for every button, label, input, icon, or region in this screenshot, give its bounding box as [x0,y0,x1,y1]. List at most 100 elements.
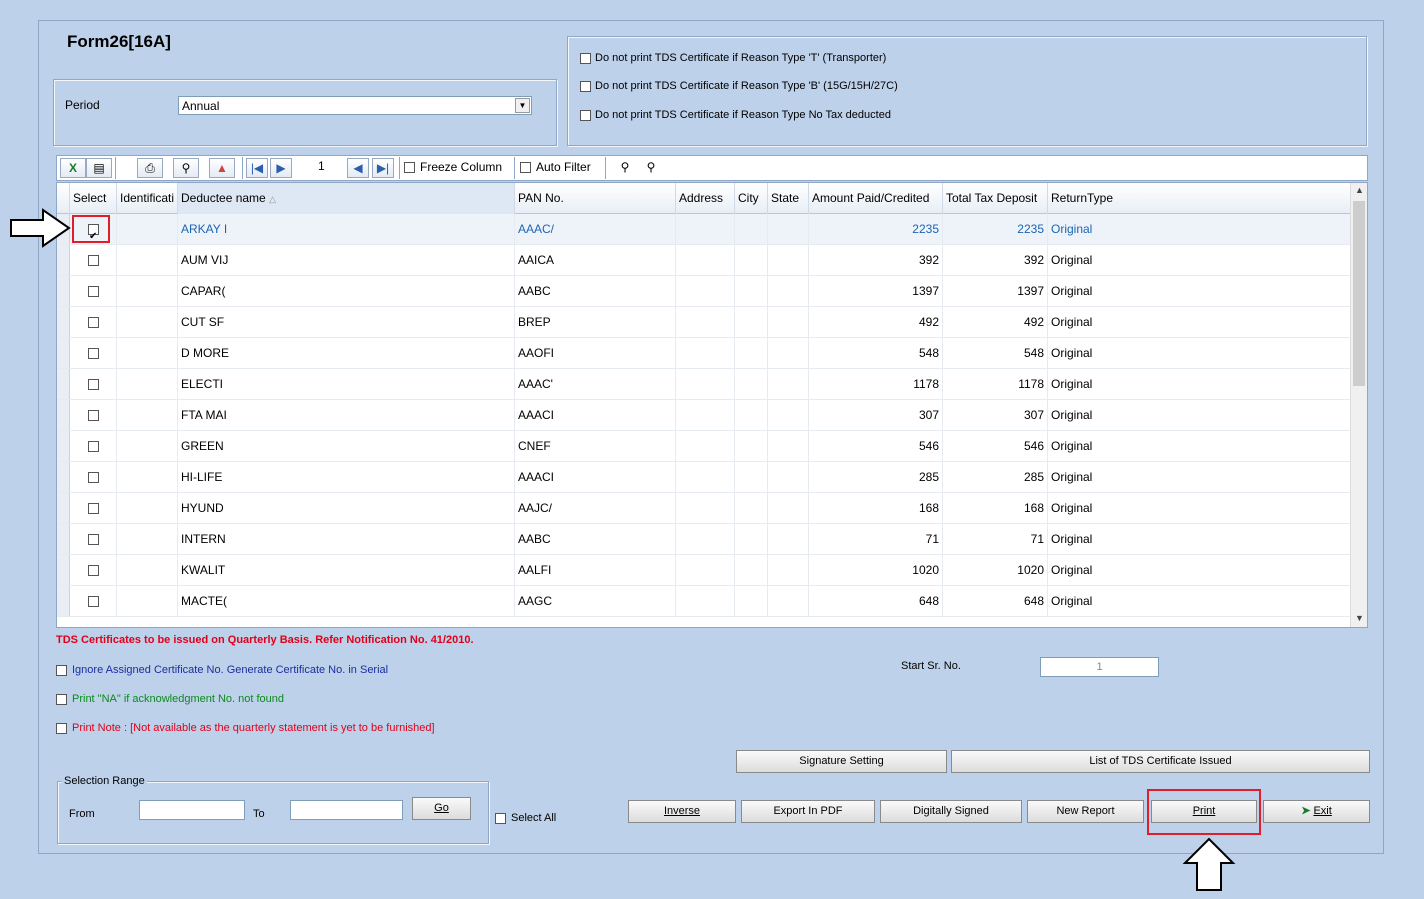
col-header-state[interactable]: State [768,183,809,214]
row-header[interactable] [57,400,70,430]
row-header[interactable] [57,462,70,492]
deductee-name-cell: D MORE [178,338,515,368]
select-all-checkbox[interactable] [495,812,506,824]
auto-filter-toggle[interactable]: Auto Filter [520,160,591,174]
table-row[interactable]: CUT SF BREP 492 492 Original [57,307,1351,338]
from-input[interactable] [139,800,245,820]
table-row[interactable]: FTA MAI AAACI 307 307 Original [57,400,1351,431]
row-select-checkbox[interactable] [88,255,99,266]
table-row[interactable]: HI-LIFE AAACI 285 285 Original [57,462,1351,493]
return-type-cell: Original [1048,462,1351,492]
printer-icon[interactable]: ⎙ [137,158,163,178]
row-select-checkbox[interactable] [88,534,99,545]
ignore-assigned-option[interactable]: Ignore Assigned Certificate No. Generate… [56,664,388,676]
row-select-checkbox[interactable] [88,596,99,607]
list-tds-issued-button[interactable]: List of TDS Certificate Issued [951,750,1370,773]
col-header-select[interactable]: Select [70,183,117,214]
period-select[interactable]: Annual ▼ [178,96,532,115]
last-page-icon[interactable]: ▶| [372,158,394,178]
row-select-checkbox[interactable] [88,410,99,421]
row-select-checkbox[interactable] [88,348,99,359]
row-header[interactable] [57,586,70,616]
row-select-checkbox[interactable] [88,286,99,297]
vertical-scrollbar[interactable]: ▲ ▼ [1350,183,1367,627]
city-cell [735,245,768,275]
col-header-pan[interactable]: PAN No. [515,183,676,214]
first-page-icon[interactable]: |◀ [246,158,268,178]
table-row[interactable]: ARKAY IAAAC/22352235Original [57,214,1351,245]
chevron-down-icon[interactable]: ▼ [515,98,530,113]
col-header-city[interactable]: City [735,183,768,214]
print-na-checkbox[interactable] [56,693,67,705]
search-icon[interactable]: ⚲ [173,158,199,178]
row-select-checkbox[interactable] [88,317,99,328]
next-page-icon[interactable]: ▶ [270,158,292,178]
table-row[interactable]: CAPAR(AABC 1397 1397 Original [57,276,1351,307]
zoom-in-icon[interactable]: ⚲ [614,158,636,178]
row-select-checkbox[interactable] [88,379,99,390]
option-no-tax[interactable]: Do not print TDS Certificate if Reason T… [580,109,891,121]
exit-button[interactable]: ➤ Exit [1263,800,1370,823]
table-row[interactable]: INTERN AABC 71 71 Original [57,524,1351,555]
row-select-checkbox[interactable] [88,565,99,576]
col-header-deductee-name[interactable]: Deductee name △ [178,183,515,214]
print-note-option[interactable]: Print Note : [Not available as the quart… [56,722,435,734]
table-row[interactable]: MACTE(AAGC 648 648 Original [57,586,1351,617]
option-no-tax-checkbox[interactable] [580,109,591,121]
print-note-checkbox[interactable] [56,722,67,734]
option-15g15h-checkbox[interactable] [580,80,591,92]
scroll-down-icon[interactable]: ▼ [1351,613,1367,623]
ignore-assigned-checkbox[interactable] [56,664,67,676]
go-button[interactable]: Go [412,797,471,820]
col-header-return-type[interactable]: ReturnType [1048,183,1351,214]
row-header[interactable] [57,307,70,337]
col-header-amount[interactable]: Amount Paid/Credited [809,183,943,214]
hierarchy-icon[interactable]: ▲ [209,158,235,178]
new-report-button[interactable]: New Report [1027,800,1144,823]
option-transporter-checkbox[interactable] [580,52,591,64]
zoom-out-icon[interactable]: ⚲ [640,158,662,178]
col-header-tax[interactable]: Total Tax Deposit [943,183,1048,214]
digitally-signed-button[interactable]: Digitally Signed [880,800,1022,823]
to-input[interactable] [290,800,403,820]
report-icon[interactable]: ▤ [86,158,112,178]
scrollbar-thumb[interactable] [1353,201,1365,386]
row-select-checkbox[interactable] [88,472,99,483]
row-header[interactable] [57,369,70,399]
row-header[interactable] [57,276,70,306]
row-select-checkbox[interactable] [88,503,99,514]
inverse-button[interactable]: Inverse [628,800,736,823]
row-header[interactable] [57,524,70,554]
scroll-up-icon[interactable]: ▲ [1351,185,1367,195]
print-na-option[interactable]: Print "NA" if acknowledgment No. not fou… [56,693,284,705]
row-header[interactable] [57,245,70,275]
select-all-label: Select All [511,812,557,824]
table-row[interactable]: AUM VIJ AAICA 392 392 Original [57,245,1351,276]
row-select-checkbox[interactable] [88,441,99,452]
option-15g15h[interactable]: Do not print TDS Certificate if Reason T… [580,80,898,92]
table-row[interactable]: ELECTI AAAC' 1178 1178 Original [57,369,1351,400]
table-row[interactable]: HYUND AAJC/168 168 Original [57,493,1351,524]
row-header[interactable] [57,555,70,585]
col-header-identification[interactable]: Identificati [117,183,178,214]
table-row[interactable]: KWALIT AALFI 1020 1020 Original [57,555,1351,586]
signature-setting-button[interactable]: Signature Setting [736,750,947,773]
city-cell [735,493,768,523]
start-sr-input[interactable]: 1 [1040,657,1159,677]
excel-export-icon[interactable]: X [60,158,86,178]
freeze-column-toggle[interactable]: Freeze Column [404,160,502,174]
return-type-cell: Original [1048,369,1351,399]
prev-page-icon[interactable]: ◀ [347,158,369,178]
row-header[interactable] [57,431,70,461]
export-pdf-button[interactable]: Export In PDF [741,800,875,823]
select-all-option[interactable]: Select All [495,812,556,824]
auto-filter-checkbox[interactable] [520,161,531,173]
table-row[interactable]: D MORE AAOFI 548 548 Original [57,338,1351,369]
row-header[interactable] [57,493,70,523]
table-row[interactable]: GREEN CNEF 546 546 Original [57,431,1351,462]
row-header[interactable] [57,338,70,368]
deductee-name-cell: FTA MAI [178,400,515,430]
col-header-address[interactable]: Address [676,183,735,214]
freeze-column-checkbox[interactable] [404,161,415,173]
option-transporter[interactable]: Do not print TDS Certificate if Reason T… [580,52,886,64]
